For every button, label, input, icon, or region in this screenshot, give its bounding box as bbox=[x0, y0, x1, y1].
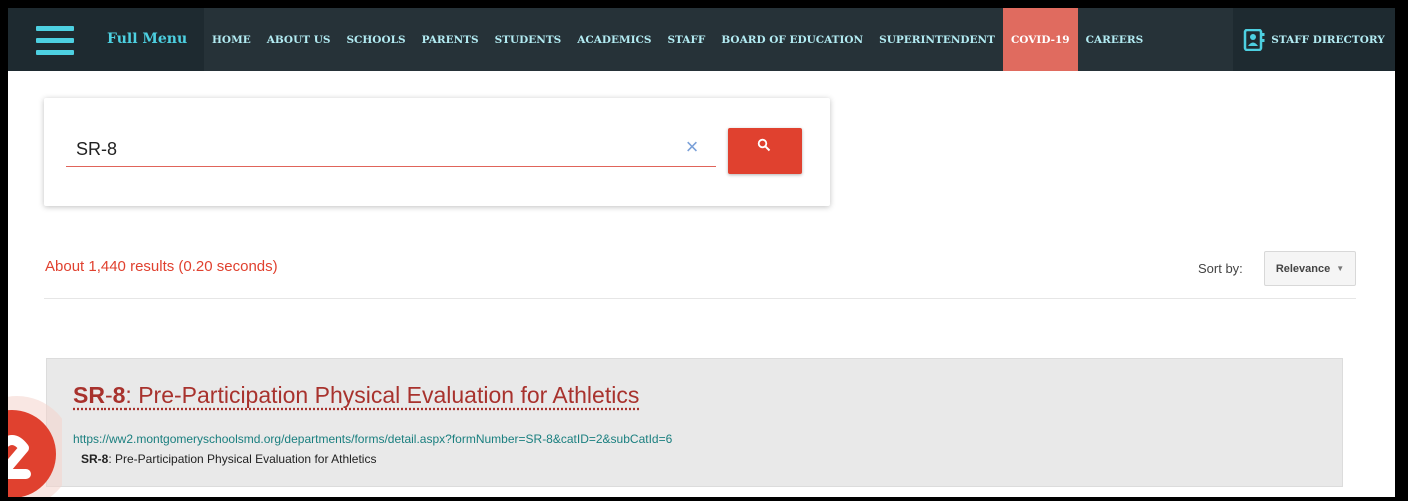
nav-link-parents[interactable]: PARENTS bbox=[414, 8, 487, 71]
staff-directory-link[interactable]: STAFF DIRECTORY bbox=[1233, 8, 1395, 71]
nav-link-board-of-education[interactable]: BOARD OF EDUCATION bbox=[713, 8, 871, 71]
search-input[interactable] bbox=[66, 132, 716, 167]
divider bbox=[44, 298, 1356, 299]
nav-link-staff[interactable]: STAFF bbox=[659, 8, 713, 71]
nav-links: HOME ABOUT US SCHOOLS PARENTS STUDENTS A… bbox=[204, 8, 1151, 71]
nav-link-superintendent[interactable]: SUPERINTENDENT bbox=[871, 8, 1003, 71]
nav-link-about-us[interactable]: ABOUT US bbox=[259, 8, 339, 71]
nav-link-schools[interactable]: SCHOOLS bbox=[338, 8, 413, 71]
staff-directory-label: STAFF DIRECTORY bbox=[1271, 33, 1385, 46]
results-summary: About 1,440 results (0.20 seconds) bbox=[45, 258, 278, 275]
nav-link-careers[interactable]: CAREERS bbox=[1078, 8, 1152, 71]
clear-search-icon[interactable]: × bbox=[681, 134, 703, 160]
sort-selected-value: Relevance bbox=[1275, 262, 1331, 275]
nav-link-students[interactable]: STUDENTS bbox=[487, 8, 570, 71]
full-menu-label: Full Menu bbox=[107, 31, 188, 47]
chevron-down-icon: ▼ bbox=[1336, 264, 1345, 273]
nav-link-covid-19[interactable]: COVID-19 bbox=[1002, 8, 1078, 71]
address-book-icon bbox=[1244, 28, 1265, 51]
search-card: × bbox=[44, 98, 830, 206]
search-icon bbox=[757, 138, 771, 152]
notification-badge-icon bbox=[8, 396, 73, 497]
browser-viewport: Full Menu HOME ABOUT US SCHOOLS PARENTS … bbox=[8, 8, 1395, 497]
sort-dropdown[interactable]: Relevance ▼ bbox=[1264, 251, 1356, 286]
result-url: https://ww2.montgomeryschoolsmd.org/depa… bbox=[73, 432, 673, 446]
nav-link-home[interactable]: HOME bbox=[204, 8, 259, 71]
result-title-link[interactable]: SR-8: Pre-Participation Physical Evaluat… bbox=[73, 382, 639, 409]
floating-notification-widget[interactable] bbox=[8, 392, 73, 497]
search-button[interactable] bbox=[728, 128, 802, 174]
full-menu-button[interactable]: Full Menu bbox=[8, 8, 204, 71]
sort-label: Sort by: bbox=[1198, 261, 1243, 276]
result-snippet: SR-8: Pre-Participation Physical Evaluat… bbox=[81, 452, 377, 466]
hamburger-menu-icon bbox=[36, 26, 74, 56]
search-result-item: SR-8: Pre-Participation Physical Evaluat… bbox=[46, 358, 1343, 487]
nav-link-academics[interactable]: ACADEMICS bbox=[569, 8, 659, 71]
top-navigation-bar: Full Menu HOME ABOUT US SCHOOLS PARENTS … bbox=[8, 8, 1395, 71]
